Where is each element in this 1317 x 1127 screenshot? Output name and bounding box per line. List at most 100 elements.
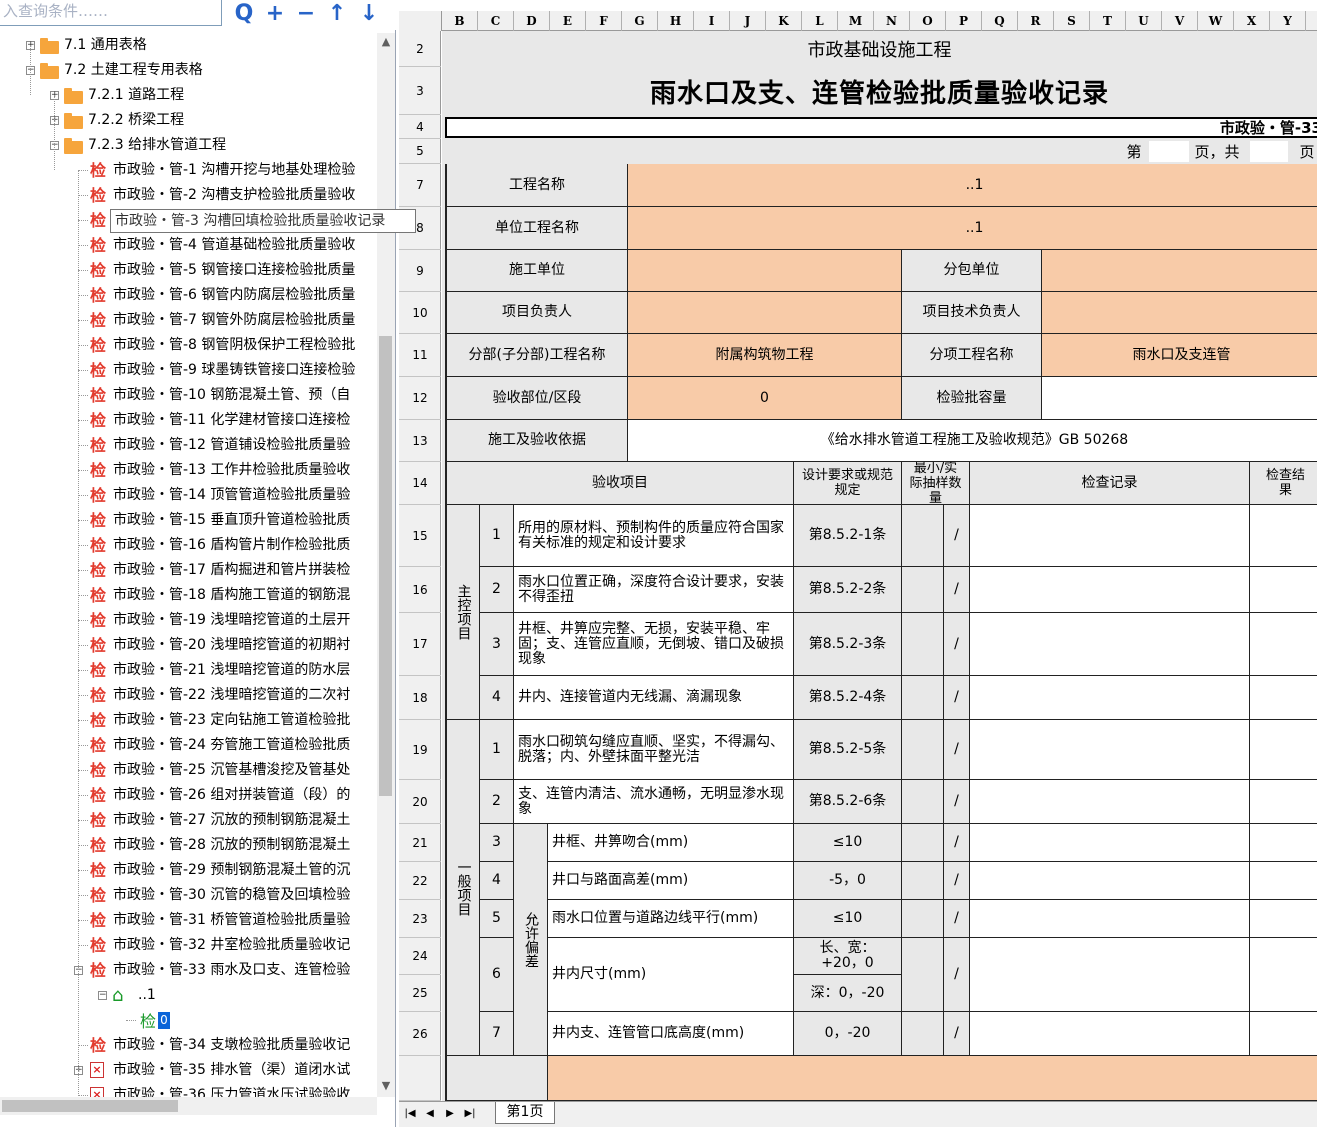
tree-node[interactable]: 检市政验・管-1 沟槽开挖与地基处理检验 [0, 158, 377, 182]
item-number[interactable]: 3 [480, 613, 514, 676]
item-actual-sample[interactable]: / [944, 1012, 970, 1056]
item-spec[interactable]: 第8.5.2-2条 [794, 567, 902, 613]
row-header-cell[interactable]: 5 [399, 139, 441, 164]
header-item[interactable]: 验收项目 [447, 462, 794, 505]
row-header-cell[interactable]: 17 [399, 613, 441, 676]
label-contractor[interactable]: 施工单位 [447, 250, 628, 292]
label-unit-name[interactable]: 单位工程名称 [447, 207, 628, 250]
label-basis[interactable]: 施工及验收依据 [447, 420, 628, 462]
item-result[interactable] [1250, 676, 1317, 720]
tree-node[interactable]: × 市政验・管-36 压力管道水压试验验收 [0, 1083, 377, 1097]
select-all-corner[interactable] [399, 11, 442, 31]
item-result[interactable] [1250, 567, 1317, 613]
value-subcontractor[interactable] [1042, 250, 1317, 292]
item-number[interactable]: 6 [480, 938, 514, 1012]
collapse-icon[interactable]: − [98, 991, 107, 1000]
item-actual-sample[interactable]: / [944, 938, 970, 1012]
row-header-cell[interactable]: 16 [399, 567, 441, 613]
row-header-cell[interactable]: 7 [399, 164, 441, 207]
item-actual-sample[interactable]: / [944, 676, 970, 720]
value-tech-manager[interactable] [1042, 292, 1317, 334]
item-record[interactable] [970, 938, 1250, 1012]
tree-node[interactable]: 检市政验・管-2 沟槽支护检验批质量验收 [0, 183, 377, 207]
row-header-cell[interactable]: 26 [399, 1012, 441, 1056]
tree-node[interactable]: 检市政验・管-29 预制钢筋混凝土管的沉 [0, 858, 377, 882]
search-icon[interactable]: Q [230, 0, 258, 28]
item-number[interactable]: 5 [480, 900, 514, 938]
item-record[interactable] [970, 780, 1250, 824]
row-header-cell[interactable]: 11 [399, 334, 441, 377]
scrollbar-thumb[interactable] [2, 1100, 178, 1112]
selected-node-label[interactable]: 0 [158, 1012, 170, 1029]
column-header-cell[interactable]: G [622, 11, 658, 31]
tree-node[interactable]: − 检市政验・管-33 雨水及口支、连管检验 [0, 958, 377, 982]
tree-node[interactable]: 检市政验・管-15 垂直顶升管道检验批质 [0, 508, 377, 532]
expand-all-icon[interactable]: + [261, 0, 289, 28]
tree-node[interactable]: 检市政验・管-23 定向钻施工管道检验批 [0, 708, 377, 732]
row-header-cell[interactable]: 14 [399, 462, 441, 505]
page-number-field[interactable] [1149, 141, 1189, 162]
item-text[interactable]: 雨水口位置正确，深度符合设计要求，安装不得歪扭 [514, 567, 794, 613]
tree-node[interactable]: 检市政验・管-20 浅埋暗挖管道的初期衬 [0, 633, 377, 657]
row-header-cell[interactable]: 18 [399, 676, 441, 720]
row-header-cell[interactable]: 12 [399, 377, 441, 420]
prev-sheet-icon[interactable]: ◀ [423, 1107, 437, 1121]
column-header-cell[interactable]: H [658, 11, 694, 31]
column-header-cell[interactable]: X [1234, 11, 1270, 31]
column-header-cell[interactable]: I [694, 11, 730, 31]
label-item[interactable]: 分项工程名称 [902, 334, 1042, 377]
row-header-cell[interactable]: 22 [399, 862, 441, 900]
scrollbar-thumb[interactable] [379, 336, 392, 796]
group-general[interactable]: 一般项目 [447, 720, 480, 1056]
row-header-cell[interactable]: 25 [399, 975, 441, 1012]
item-number[interactable]: 4 [480, 676, 514, 720]
column-header-cell[interactable]: T [1090, 11, 1126, 31]
item-result[interactable] [1250, 1012, 1317, 1056]
value-capacity[interactable] [1042, 377, 1317, 420]
tree-view[interactable]: +7.1 通用表格 −7.2 土建工程专用表格 +7.2.1 道路工程 +7.2.2 … [0, 33, 377, 1097]
item-min-sample[interactable] [902, 613, 944, 676]
item-text[interactable]: 雨水口位置与道路边线平行(mm) [548, 900, 794, 938]
item-actual-sample[interactable]: / [944, 567, 970, 613]
item-text[interactable]: 所用的原材料、预制构件的质量应符合国家有关标准的规定和设计要求 [514, 505, 794, 567]
tree-node[interactable]: 检市政验・管-28 沉放的预制钢筋混凝土 [0, 833, 377, 857]
value-project-manager[interactable] [628, 292, 902, 334]
item-actual-sample[interactable]: / [944, 613, 970, 676]
row-header-cell[interactable]: 4 [399, 115, 441, 139]
header-result[interactable]: 检查结果 [1250, 462, 1317, 505]
item-spec[interactable]: 长、宽：+20，0 [794, 938, 902, 975]
item-text[interactable]: 井内支、连管管口底高度(mm) [548, 1012, 794, 1056]
tree-node[interactable]: 检市政验・管-9 球墨铸铁管接口连接检验 [0, 358, 377, 382]
row-header-cell[interactable]: 3 [399, 67, 441, 115]
column-header-cell[interactable]: B [442, 11, 478, 31]
value-division[interactable]: 附属构筑物工程 [628, 334, 902, 377]
value-unit-name[interactable]: ..1 [628, 207, 1317, 250]
value-basis[interactable]: 《给水排水管道工程施工及验收规范》GB 50268 [628, 420, 1317, 462]
item-number[interactable]: 7 [480, 1012, 514, 1056]
header-record[interactable]: 检查记录 [970, 462, 1250, 505]
tree-node[interactable]: 检市政验・管-26 组对拼装管道（段）的 [0, 783, 377, 807]
item-text[interactable]: 井内尺寸(mm) [548, 938, 794, 1012]
item-number[interactable]: 2 [480, 567, 514, 613]
value-contractor[interactable] [628, 250, 902, 292]
item-spec[interactable]: ≤10 [794, 900, 902, 938]
item-spec[interactable]: 第8.5.2-5条 [794, 720, 902, 780]
column-header-cell[interactable]: F [586, 11, 622, 31]
item-record[interactable] [970, 505, 1250, 567]
row-header-cell[interactable]: 19 [399, 720, 441, 780]
item-result[interactable] [1250, 862, 1317, 900]
tree-node[interactable]: 检市政验・管-6 钢管内防腐层检验批质量 [0, 283, 377, 307]
sheet-tab[interactable]: 第1页 [495, 1102, 555, 1124]
value-location[interactable]: 0 [628, 377, 902, 420]
tree-node[interactable]: +7.1 通用表格 [0, 33, 377, 57]
tree-node[interactable]: 检市政验・管-32 井室检验批质量验收记 [0, 933, 377, 957]
item-record[interactable] [970, 824, 1250, 862]
value-item[interactable]: 雨水口及支连管 [1042, 334, 1317, 377]
label-division[interactable]: 分部(子分部)工程名称 [447, 334, 628, 377]
tree-node[interactable]: 检市政验・管-25 沉管基槽浚挖及管基处 [0, 758, 377, 782]
column-header-cell[interactable]: E [550, 11, 586, 31]
tree-node[interactable]: 检市政验・管-22 浅埋暗挖管道的二次衬 [0, 683, 377, 707]
item-spec[interactable]: 第8.5.2-4条 [794, 676, 902, 720]
row-header-cell[interactable]: 24 [399, 938, 441, 975]
tree-node[interactable]: 检市政验・管-21 浅埋暗挖管道的防水层 [0, 658, 377, 682]
